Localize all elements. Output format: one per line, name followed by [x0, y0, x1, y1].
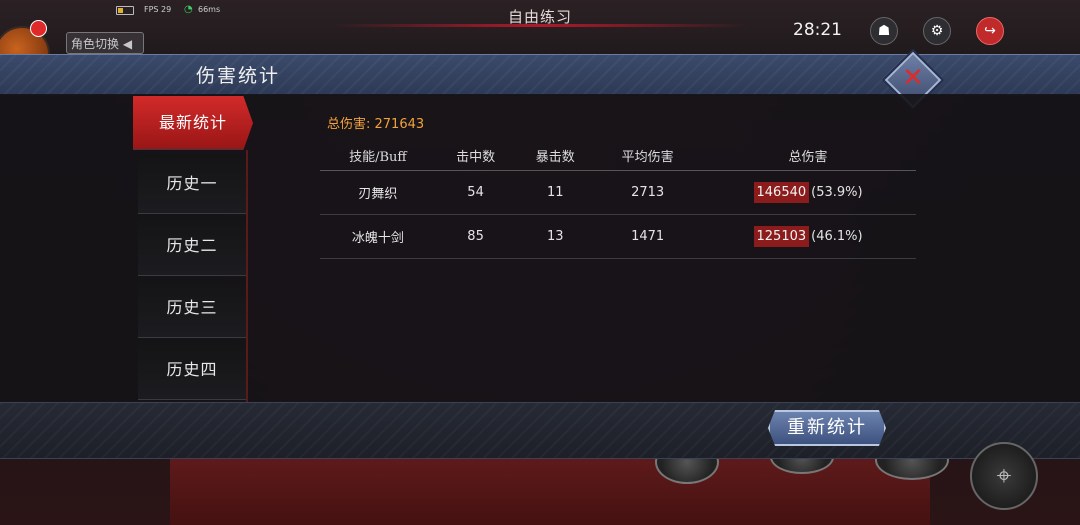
table-row: 刃舞织 54 11 2713 146540 (53.9%)	[320, 170, 916, 215]
crit-count: 13	[515, 214, 596, 259]
hit-count: 85	[435, 214, 516, 259]
role-switch-label: 角色切换	[71, 37, 120, 51]
battery-icon	[116, 6, 134, 15]
tab-history-2[interactable]: 历史二	[138, 216, 246, 276]
gear-icon[interactable]: ⚙	[923, 17, 951, 45]
tab-history-4[interactable]: 历史四	[138, 340, 246, 400]
tab-history-1[interactable]: 历史一	[138, 154, 246, 214]
damage-table: 技能/Buff 击中数 暴击数 平均伤害 总伤害 刃舞织 54 11 2713 …	[320, 140, 916, 259]
column-header-crits: 暴击数	[515, 140, 596, 171]
role-switch-button[interactable]: 角色切换 ◀	[66, 32, 144, 54]
match-clock: 28:21	[793, 20, 842, 40]
skill-name: 刃舞织	[320, 170, 436, 215]
chevron-left-icon: ◀	[122, 37, 133, 51]
bag-icon[interactable]: ☗	[870, 17, 898, 45]
hit-count: 54	[435, 170, 516, 215]
column-header-avg: 平均伤害	[595, 140, 701, 171]
damage-percent: (53.9%)	[811, 185, 863, 200]
damage-percent: (46.1%)	[811, 229, 863, 244]
tab-latest[interactable]: 最新统计	[133, 96, 253, 150]
tab-history-3[interactable]: 历史三	[138, 278, 246, 338]
exit-icon[interactable]: ↪	[976, 17, 1004, 45]
avg-damage: 1471	[595, 214, 701, 259]
close-icon[interactable]: ✕	[898, 60, 928, 96]
record-indicator-icon	[30, 20, 47, 37]
reset-stats-button[interactable]: 重新统计	[768, 410, 886, 446]
damage-bar: 146540	[753, 182, 810, 203]
skill-name: 冰魄十剑	[320, 214, 436, 259]
avg-damage: 2713	[595, 170, 701, 215]
fps-readout: FPS 29	[144, 5, 172, 14]
wifi-icon: ◔	[184, 4, 193, 15]
panel-footer	[0, 402, 1080, 459]
total-damage-cell: 146540 (53.9%)	[700, 170, 916, 215]
panel-title: 伤害统计	[196, 65, 281, 87]
total-damage-cell: 125103 (46.1%)	[700, 214, 916, 259]
table-row: 冰魄十剑 85 13 1471 125103 (46.1%)	[320, 214, 916, 259]
crit-count: 11	[515, 170, 596, 215]
mode-title: 自由练习	[507, 8, 572, 26]
column-header-total: 总伤害	[700, 140, 916, 171]
tabs-divider	[246, 150, 248, 402]
damage-bar: 125103	[753, 226, 810, 247]
top-bar: FPS 29 ◔ 66ms 自由练习 28:21 ☗ ⚙ ↪	[0, 0, 1080, 56]
crosshair-icon[interactable]: ⌖	[970, 442, 1038, 510]
table-header-row: 技能/Buff 击中数 暴击数 平均伤害 总伤害	[320, 140, 916, 171]
column-header-hits: 击中数	[435, 140, 516, 171]
column-header-skill: 技能/Buff	[320, 140, 436, 171]
ping-readout: 66ms	[198, 5, 221, 14]
total-damage-label: 总伤害: 271643	[327, 117, 425, 132]
